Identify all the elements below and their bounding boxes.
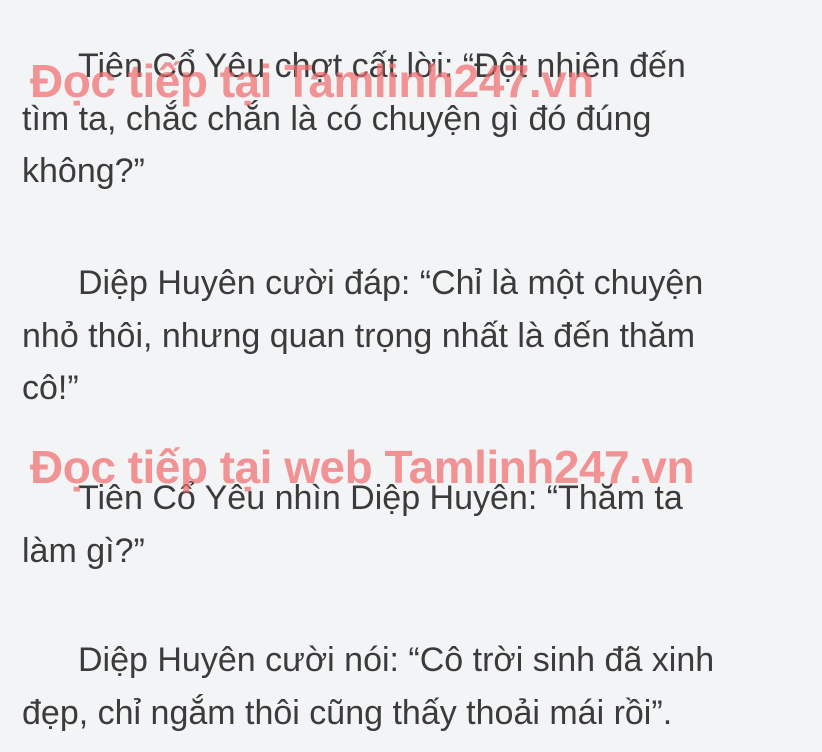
paragraph-4: Diệp Huyên cười nói: “Cô trời sinh đã xi… <box>22 634 812 739</box>
paragraph-1: Tiên Cổ Yêu chợt cất lời: “Đột nhiên đến… <box>22 40 812 198</box>
text-line: nhỏ thôi, nhưng quan trọng nhất là đến t… <box>22 316 696 355</box>
text-line: Diệp Huyên cười đáp: “Chỉ là một chuyện <box>78 264 704 302</box>
text-line: cô!” <box>22 369 79 407</box>
text-line: Diệp Huyên cười nói: “Cô trời sinh đã xi… <box>78 641 715 679</box>
text-line: đẹp, chỉ ngắm thôi cũng thấy thoải mái r… <box>22 693 673 732</box>
text-line: Tiên Cổ Yêu chợt cất lời: “Đột nhiên đến <box>78 47 686 85</box>
text-line: làm gì?” <box>22 531 145 570</box>
text-line: Tiên Cổ Yêu nhìn Diệp Huyên: “Thăm ta <box>78 479 683 517</box>
paragraph-3: Tiên Cổ Yêu nhìn Diệp Huyên: “Thăm ta là… <box>22 472 812 577</box>
text-line: không?” <box>22 152 145 190</box>
paragraph-2: Diệp Huyên cười đáp: “Chỉ là một chuyện … <box>22 257 812 415</box>
text-line: tìm ta, chắc chắn là có chuyện gì đó đún… <box>22 99 652 138</box>
